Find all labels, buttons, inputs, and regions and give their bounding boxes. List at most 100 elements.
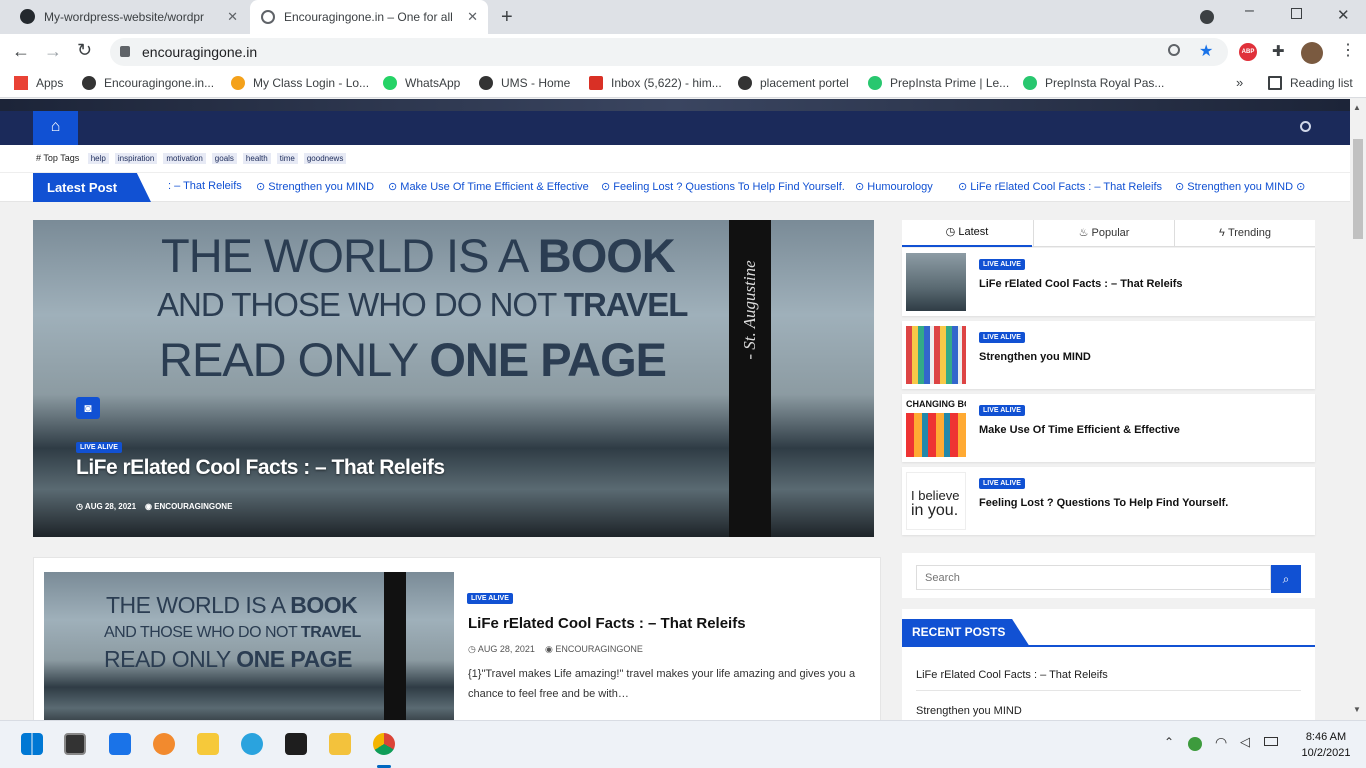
hashtag-icon: # bbox=[36, 153, 42, 163]
restore-button[interactable] bbox=[1291, 8, 1302, 19]
forward-icon[interactable]: → bbox=[44, 41, 62, 62]
back-icon[interactable]: ← bbox=[12, 41, 30, 62]
tab-latest[interactable]: ◷ Latest bbox=[902, 220, 1032, 247]
file-explorer-icon[interactable] bbox=[329, 733, 351, 755]
bookmark-ums[interactable]: UMS - Home bbox=[479, 76, 570, 90]
post-thumbnail bbox=[906, 326, 966, 384]
tag-inspiration[interactable]: inspiration bbox=[114, 153, 158, 164]
vpn-icon[interactable] bbox=[1188, 737, 1202, 751]
recent-post-link[interactable]: Strengthen you MIND bbox=[916, 705, 1022, 717]
category-badge[interactable]: LIVE ALIVE bbox=[467, 593, 513, 604]
task-view-icon[interactable] bbox=[64, 733, 86, 755]
close-window-button[interactable]: ✕ bbox=[1337, 6, 1350, 24]
tab-popular[interactable]: ♨ Popular bbox=[1033, 220, 1174, 247]
zoom-icon[interactable] bbox=[1168, 44, 1180, 56]
close-tab-icon[interactable]: ✕ bbox=[467, 9, 478, 25]
chrome-icon[interactable] bbox=[373, 733, 395, 755]
browser-toolbar: ← → ↻ encouragingone.in ★ ABP ✚ ⋮ bbox=[0, 34, 1366, 70]
search-icon[interactable] bbox=[1300, 121, 1311, 132]
hero-featured-post[interactable]: THE WORLD IS A BOOK AND THOSE WHO DO NOT… bbox=[33, 220, 874, 537]
page-scrollbar[interactable]: ▲ ▼ bbox=[1350, 99, 1366, 720]
search-button[interactable]: ⌕ bbox=[1271, 565, 1301, 593]
ticker-item[interactable]: : – That Releifs bbox=[168, 180, 242, 192]
sidebar-post-title[interactable]: Strengthen you MIND bbox=[979, 351, 1091, 363]
sidebar-post-title[interactable]: Make Use Of Time Efficient & Effective bbox=[979, 424, 1180, 436]
category-badge[interactable]: LIVE ALIVE bbox=[979, 478, 1025, 489]
ticker-item[interactable]: Strengthen you MIND bbox=[268, 181, 374, 193]
ticker-item[interactable]: LiFe rElated Cool Facts : – That Releifs bbox=[970, 181, 1162, 193]
bookmark-whatsapp[interactable]: WhatsApp bbox=[383, 76, 460, 90]
category-badge[interactable]: LIVE ALIVE bbox=[979, 405, 1025, 416]
bookmark-encouragingone[interactable]: Encouragingone.in... bbox=[82, 76, 214, 90]
category-badge[interactable]: LIVE ALIVE bbox=[979, 259, 1025, 270]
home-icon[interactable]: ⌂ bbox=[33, 111, 78, 145]
tab-encouragingone[interactable]: Encouragingone.in – One for all ! ✕ bbox=[250, 0, 488, 34]
tab-trending[interactable]: ϟ Trending bbox=[1174, 220, 1315, 247]
telegram-icon[interactable] bbox=[241, 733, 263, 755]
bookmark-prepinsta-prime[interactable]: PrepInsta Prime | Le... bbox=[868, 76, 1009, 90]
sidebar-post-item[interactable]: LIVE ALIVE LiFe rElated Cool Facts : – T… bbox=[902, 248, 1315, 316]
scroll-thumb[interactable] bbox=[1353, 139, 1363, 239]
bookmark-apps[interactable]: Apps bbox=[14, 76, 63, 90]
widgets-icon[interactable] bbox=[109, 733, 131, 755]
tab-github[interactable]: My-wordpress-website/wordpres ✕ bbox=[0, 0, 248, 34]
bookmark-prepinsta-royal[interactable]: PrepInsta Royal Pas... bbox=[1023, 76, 1164, 90]
tab-search-icon[interactable] bbox=[1200, 10, 1214, 24]
post-thumbnail[interactable]: THE WORLD IS A BOOK AND THOSE WHO DO NOT… bbox=[44, 572, 454, 720]
tag-goodnews[interactable]: goodnews bbox=[303, 153, 347, 164]
minimize-button[interactable]: – bbox=[1245, 2, 1254, 20]
scroll-down-icon[interactable]: ▼ bbox=[1353, 705, 1361, 714]
menu-icon[interactable]: ⋮ bbox=[1340, 40, 1356, 60]
clock[interactable]: 8:46 AM 10/2/2021 bbox=[1296, 729, 1356, 761]
reload-icon[interactable]: ↻ bbox=[77, 40, 92, 61]
tag-help[interactable]: help bbox=[87, 153, 109, 164]
tab-title: My-wordpress-website/wordpres bbox=[44, 10, 204, 24]
ticker-item[interactable]: Make Use Of Time Efficient & Effective bbox=[400, 181, 589, 193]
hero-title[interactable]: LiFe rElated Cool Facts : – That Releifs bbox=[76, 456, 445, 480]
post-title[interactable]: LiFe rElated Cool Facts : – That Releifs bbox=[468, 615, 746, 632]
sidebar-post-title[interactable]: LiFe rElated Cool Facts : – That Releifs bbox=[979, 278, 1183, 290]
hero-signpost: - St. Augustine bbox=[729, 220, 771, 537]
search-input[interactable] bbox=[916, 565, 1271, 590]
tag-motivation[interactable]: motivation bbox=[163, 153, 206, 164]
bookmark-star-icon[interactable]: ★ bbox=[1199, 41, 1213, 61]
post-card: THE WORLD IS A BOOK AND THOSE WHO DO NOT… bbox=[33, 557, 881, 720]
category-badge[interactable]: LIVE ALIVE bbox=[979, 332, 1025, 343]
sidebar-post-item[interactable]: I believe in you. LIVE ALIVE Feeling Lost… bbox=[902, 467, 1315, 535]
tag-goals[interactable]: goals bbox=[211, 153, 237, 164]
clock-icon: ◷ bbox=[76, 502, 83, 511]
volume-icon[interactable]: ◁ bbox=[1240, 734, 1250, 750]
ticker-item[interactable]: Strengthen you MIND bbox=[1187, 181, 1293, 193]
adblock-icon[interactable]: ABP bbox=[1239, 43, 1257, 61]
tag-health[interactable]: health bbox=[242, 153, 271, 164]
bookmark-my-class[interactable]: My Class Login - Lo... bbox=[231, 76, 369, 90]
profile-avatar[interactable] bbox=[1301, 42, 1323, 64]
reading-list-button[interactable]: Reading list bbox=[1268, 76, 1353, 90]
scroll-up-icon[interactable]: ▲ bbox=[1353, 103, 1361, 112]
wifi-icon[interactable]: ◠ bbox=[1215, 734, 1227, 751]
recent-post-link[interactable]: LiFe rElated Cool Facts : – That Releifs bbox=[916, 669, 1301, 691]
start-icon[interactable] bbox=[21, 733, 43, 755]
category-badge[interactable]: LIVE ALIVE bbox=[76, 442, 122, 453]
post-author[interactable]: ENCOURAGINGONE bbox=[154, 502, 232, 511]
sidebar-post-item[interactable]: CHANGING BO LIVE ALIVE Make Use Of Time … bbox=[902, 394, 1315, 462]
bookmark-gmail[interactable]: Inbox (5,622) - him... bbox=[589, 76, 722, 90]
intellij-icon[interactable] bbox=[285, 733, 307, 755]
sidebar-post-item[interactable]: LIVE ALIVE Strengthen you MIND bbox=[902, 321, 1315, 389]
sync-app-icon[interactable] bbox=[153, 733, 175, 755]
post-author[interactable]: ENCOURAGINGONE bbox=[555, 644, 643, 654]
sidebar-post-title[interactable]: Feeling Lost ? Questions To Help Find Yo… bbox=[979, 497, 1228, 509]
close-tab-icon[interactable]: ✕ bbox=[227, 9, 238, 25]
tray-chevron-icon[interactable]: ⌃ bbox=[1164, 735, 1174, 749]
address-bar[interactable]: encouragingone.in ★ bbox=[110, 38, 1228, 66]
extensions-icon[interactable]: ✚ bbox=[1272, 42, 1285, 60]
ticker-item[interactable]: Feeling Lost ? Questions To Help Find Yo… bbox=[613, 181, 845, 193]
bookmark-placement[interactable]: placement portel bbox=[738, 76, 849, 90]
sticky-notes-icon[interactable] bbox=[197, 733, 219, 755]
new-tab-button[interactable]: + bbox=[501, 6, 513, 29]
hero-quote-line3: READ ONLY ONE PAGE bbox=[159, 333, 667, 386]
battery-icon[interactable] bbox=[1264, 737, 1278, 746]
ticker-item[interactable]: Humourology bbox=[867, 181, 932, 193]
more-bookmarks-icon[interactable]: » bbox=[1236, 75, 1243, 90]
tag-time[interactable]: time bbox=[276, 153, 298, 164]
